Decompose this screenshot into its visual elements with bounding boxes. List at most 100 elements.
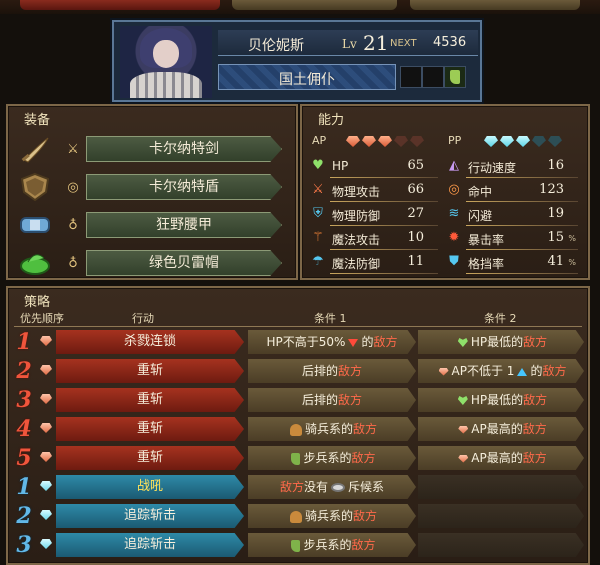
abilities-panel: 能力 AP PP ♥ HP 65 ⚔ 物理攻击 66 ⛨ 物理防御 27 ⚚ 魔…	[300, 104, 590, 280]
stat-block: ⛊ 格挡率 41 %	[446, 252, 586, 274]
equip-row-hat[interactable]: ♁ 绿色贝雷帽	[14, 248, 284, 278]
top-strip	[0, 0, 600, 14]
top-tab-2[interactable]	[232, 0, 397, 10]
cond-text: 步兵系的	[303, 451, 352, 465]
action-button[interactable]: 重斩	[56, 446, 244, 470]
cond-text: AP最高的	[471, 451, 523, 465]
stat-value: 16	[547, 158, 564, 173]
equip-weapon-button[interactable]: 卡尔纳特剑	[86, 136, 282, 162]
target-icon: ◎	[448, 182, 460, 197]
character-portrait[interactable]	[120, 26, 212, 98]
sword-icon: ⚔	[312, 182, 324, 197]
strategy-row[interactable]: 2 重斩 后排的敌方 AP不低于 1 的敌方	[12, 359, 584, 383]
condition1-button[interactable]: 敌方没有 斥候系	[248, 475, 416, 499]
class-bar: 国土佣仆	[218, 64, 396, 90]
equip-row-shield[interactable]: ◎ 卡尔纳特盾	[14, 172, 284, 202]
class-name: 国土佣仆	[279, 72, 335, 88]
stat-divider	[330, 201, 438, 202]
condition1-button[interactable]: 后排的敌方	[248, 359, 416, 383]
strategy-row[interactable]: 1 杀戮连锁 HP不高于50% 的敌方 HP最低的敌方	[12, 330, 584, 354]
equip-row-armor[interactable]: ♁ 狂野腰甲	[14, 210, 284, 240]
down-arrow-icon	[348, 338, 359, 347]
equip-shield-button[interactable]: 卡尔纳特盾	[86, 174, 282, 200]
strategy-row[interactable]: 3 重斩 后排的敌方 HP最低的敌方	[12, 388, 584, 412]
condition1-button[interactable]: 步兵系的敌方	[248, 446, 416, 470]
accessory-type-icon: ♁	[68, 217, 78, 233]
beret-icon	[18, 248, 52, 278]
action-button[interactable]: 战吼	[56, 475, 244, 499]
ap-gem-icon	[40, 423, 52, 433]
ap-gem-icon	[40, 365, 52, 375]
armor-icon: ⛨	[313, 206, 323, 221]
condition2-button-empty[interactable]	[418, 533, 584, 557]
condition2-button[interactable]: AP不低于 1 的敌方	[418, 359, 584, 383]
pp-gem-icon	[40, 539, 52, 549]
condition1-button[interactable]: 步兵系的敌方	[248, 533, 416, 557]
ap-gem-icon	[40, 452, 52, 462]
stat-phys-atk: ⚔ 物理攻击 66	[310, 180, 446, 202]
block-icon: ⛊	[449, 254, 459, 269]
ap-gem-icon	[458, 454, 469, 463]
action-button[interactable]: 重斩	[56, 388, 244, 412]
stat-value: 65	[407, 158, 424, 173]
col-header-cond2: 条件 2	[484, 312, 517, 325]
evade-icon: ≋	[448, 206, 460, 221]
equip-armor-button[interactable]: 狂野腰甲	[86, 212, 282, 238]
item-slot-3[interactable]	[444, 66, 466, 88]
priority-number: 3	[16, 532, 32, 558]
boot-icon	[291, 539, 301, 552]
action-button[interactable]: 重斩	[56, 359, 244, 383]
condition1-button[interactable]: 骑兵系的敌方	[248, 504, 416, 528]
cond-text: 的	[530, 364, 543, 378]
top-tab-1[interactable]	[20, 0, 220, 10]
pp-gem-1	[484, 136, 498, 147]
ap-label: AP	[312, 134, 327, 147]
equipment-panel: 装备 ⚔ 卡尔纳特剑 ◎ 卡尔纳特盾 ♁ 狂野腰甲 ♁ 绿色贝雷帽	[6, 104, 298, 280]
stat-value: 19	[547, 206, 564, 221]
condition2-button[interactable]: HP最低的敌方	[418, 330, 584, 354]
action-button[interactable]: 杀戮连锁	[56, 330, 244, 354]
cond-target: 敌方	[373, 335, 398, 349]
staff-icon: ⚚	[312, 230, 324, 245]
stat-evade: ≋ 闪避 19	[446, 204, 586, 226]
cond-target: 敌方	[523, 335, 548, 349]
cond-target: 敌方	[353, 509, 378, 523]
cond-target: 敌方	[338, 393, 363, 407]
action-button[interactable]: 追踪斩击	[56, 504, 244, 528]
portrait-face	[153, 40, 179, 68]
top-tab-3[interactable]	[410, 0, 580, 10]
condition2-button-empty[interactable]	[418, 504, 584, 528]
stat-divider	[330, 249, 438, 250]
item-slot-2[interactable]	[422, 66, 444, 88]
condition1-button[interactable]: HP不高于50% 的敌方	[248, 330, 416, 354]
stat-label: 物理攻击	[332, 185, 381, 199]
up-arrow-icon	[517, 367, 528, 376]
stat-divider	[466, 273, 578, 274]
strategy-row[interactable]: 5 重斩 步兵系的敌方 AP最高的敌方	[12, 446, 584, 470]
stat-pct: %	[568, 234, 576, 243]
condition2-button-empty[interactable]	[418, 475, 584, 499]
condition1-button[interactable]: 骑兵系的敌方	[248, 417, 416, 441]
equip-hat-button[interactable]: 绿色贝雷帽	[86, 250, 282, 276]
condition2-button[interactable]: AP最高的敌方	[418, 417, 584, 441]
strategy-row[interactable]: 1 战吼 敌方没有 斥候系	[12, 475, 584, 499]
strategy-row[interactable]: 3 追踪斩击 步兵系的敌方	[12, 533, 584, 557]
action-button[interactable]: 追踪斩击	[56, 533, 244, 557]
stat-phys-def: ⛨ 物理防御 27	[310, 204, 446, 226]
col-header-priority: 优先顺序	[20, 312, 64, 325]
condition2-button[interactable]: AP最高的敌方	[418, 446, 584, 470]
action-button[interactable]: 重斩	[56, 417, 244, 441]
strategy-row[interactable]: 2 追踪斩击 骑兵系的敌方	[12, 504, 584, 528]
stat-divider	[330, 273, 438, 274]
condition1-button[interactable]: 后排的敌方	[248, 388, 416, 412]
condition2-button[interactable]: HP最低的敌方	[418, 388, 584, 412]
stat-pct: %	[568, 258, 576, 267]
equip-row-weapon[interactable]: ⚔ 卡尔纳特剑	[14, 134, 284, 164]
stat-value: 10	[407, 230, 424, 245]
strategy-row[interactable]: 4 重斩 骑兵系的敌方 AP最高的敌方	[12, 417, 584, 441]
stat-divider	[330, 177, 438, 178]
cond-target: 敌方	[353, 422, 378, 436]
stat-value: 15	[547, 230, 564, 245]
item-slot-1[interactable]	[400, 66, 422, 88]
pp-gem-2	[500, 136, 514, 147]
